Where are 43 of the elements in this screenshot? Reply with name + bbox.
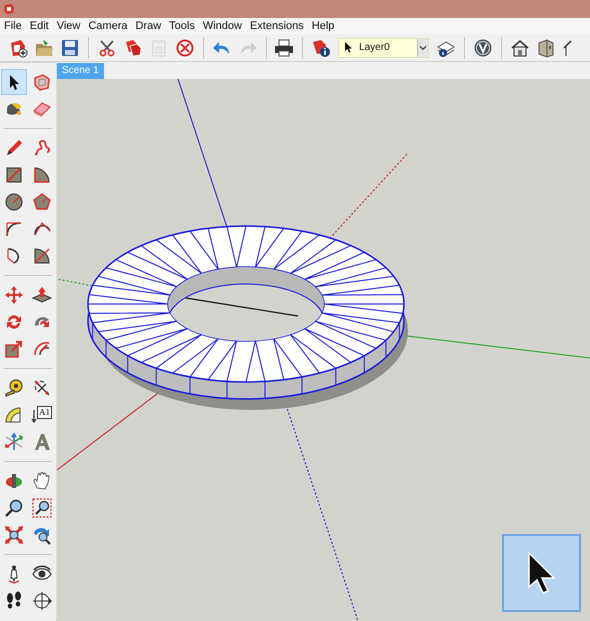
menu-item[interactable]: Edit xyxy=(30,20,49,32)
zoom-window-icon xyxy=(32,498,52,518)
tape-measure-icon xyxy=(4,378,24,398)
zoom-extents-icon xyxy=(4,525,24,545)
delete-circle-icon[interactable] xyxy=(174,36,196,58)
axes-arrows-icon xyxy=(4,432,24,452)
hand-icon xyxy=(32,471,52,491)
zoom-previous-icon xyxy=(32,525,52,545)
scale-icon xyxy=(4,339,24,359)
dropdown-caret-icon[interactable] xyxy=(417,38,428,56)
text-label-tool[interactable]: A1 xyxy=(28,402,54,428)
squiggle-line-icon xyxy=(32,138,52,158)
rounded-corner-icon xyxy=(32,165,52,185)
rectangle-icon xyxy=(4,165,24,185)
layer-dropdown[interactable]: Layer0 xyxy=(338,38,430,58)
printer-icon[interactable] xyxy=(273,36,296,58)
menu-item[interactable]: Camera xyxy=(88,20,128,32)
footprints-icon xyxy=(4,591,24,611)
polygon-icon xyxy=(32,192,52,212)
circle-icon xyxy=(4,192,24,212)
menu-item[interactable]: Tools xyxy=(169,20,195,32)
four-way-arrows-icon xyxy=(4,285,24,305)
menu-item[interactable]: Draw xyxy=(135,20,162,32)
cursor-arrow-icon xyxy=(345,42,354,53)
pie-slice-icon xyxy=(32,246,52,266)
menu-item[interactable]: Help xyxy=(312,20,334,32)
dimension-icon xyxy=(32,378,52,398)
arc-icon xyxy=(4,219,24,239)
pencil-icon xyxy=(4,138,24,158)
orbit-icon xyxy=(4,471,24,491)
v-circle-icon[interactable] xyxy=(472,36,494,58)
push-pull-icon xyxy=(32,285,52,305)
cursor-arrow-tool[interactable] xyxy=(1,69,27,95)
menu-item[interactable]: Extensions xyxy=(250,20,304,32)
cursor-arrow-icon xyxy=(526,551,556,595)
app-logo-icon xyxy=(3,3,15,15)
section-plane-icon xyxy=(32,591,52,611)
cube-icon xyxy=(32,72,52,92)
menu-item[interactable]: File xyxy=(4,20,22,32)
menu-item[interactable]: View xyxy=(56,20,80,32)
menu-item[interactable]: Window xyxy=(202,20,242,32)
model-viewport[interactable] xyxy=(57,79,590,621)
magnifier-icon xyxy=(4,498,24,518)
